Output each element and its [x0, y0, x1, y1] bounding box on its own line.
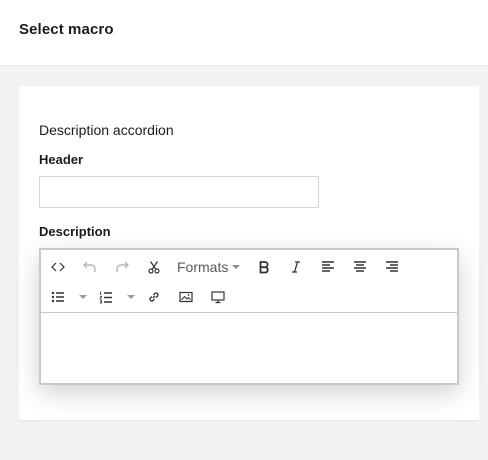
chevron-down-icon	[232, 265, 241, 269]
dialog-header: Select macro	[0, 0, 488, 66]
image-icon	[179, 290, 193, 304]
description-label: Description	[39, 224, 111, 239]
link-icon	[147, 290, 161, 304]
redo-icon	[115, 260, 129, 274]
macro-form-card: Description accordion Header Description	[19, 86, 479, 420]
embed-media-button[interactable]	[203, 282, 233, 312]
formats-label: Formats	[177, 259, 229, 275]
code-icon	[51, 260, 65, 274]
header-input[interactable]	[39, 176, 319, 208]
undo-button[interactable]	[75, 252, 105, 282]
monitor-icon	[211, 290, 225, 304]
align-center-button[interactable]	[345, 252, 375, 282]
source-code-button[interactable]	[43, 252, 73, 282]
description-editor-area[interactable]	[41, 314, 457, 383]
editor-toolbar: Formats	[41, 250, 457, 313]
bullet-list-icon	[51, 290, 65, 304]
bullet-list-options-button[interactable]	[75, 282, 91, 312]
redo-button[interactable]	[107, 252, 137, 282]
formats-dropdown[interactable]: Formats	[171, 252, 243, 282]
image-button[interactable]	[171, 282, 201, 312]
toolbar-row-2	[41, 282, 457, 312]
bold-icon	[257, 260, 271, 274]
cut-button[interactable]	[139, 252, 169, 282]
align-left-icon	[321, 260, 335, 274]
dialog-title: Select macro	[19, 21, 114, 38]
scissors-icon	[147, 260, 161, 274]
numbered-list-icon	[99, 290, 113, 304]
bold-button[interactable]	[249, 252, 279, 282]
align-right-icon	[385, 260, 399, 274]
chevron-down-icon	[79, 295, 87, 299]
italic-icon	[289, 260, 303, 274]
align-left-button[interactable]	[313, 252, 343, 282]
numbered-list-button[interactable]	[91, 282, 121, 312]
align-right-button[interactable]	[377, 252, 407, 282]
undo-icon	[83, 260, 97, 274]
header-label: Header	[39, 152, 84, 167]
toolbar-row-1: Formats	[41, 252, 457, 282]
rich-text-editor: Formats	[39, 248, 459, 385]
chevron-down-icon	[127, 295, 135, 299]
link-button[interactable]	[139, 282, 169, 312]
macro-name: Description accordion	[39, 122, 174, 138]
bullet-list-button[interactable]	[43, 282, 73, 312]
numbered-list-options-button[interactable]	[123, 282, 139, 312]
align-center-icon	[353, 260, 367, 274]
italic-button[interactable]	[281, 252, 311, 282]
